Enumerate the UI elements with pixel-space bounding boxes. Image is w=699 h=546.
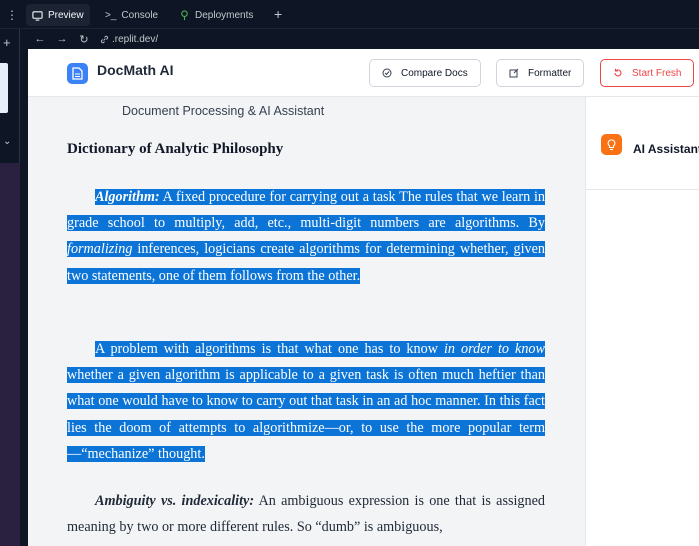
text-run: whether a given algorithm is applicable …	[67, 367, 545, 462]
emphasis: formalizing	[67, 241, 133, 258]
lightbulb-icon	[601, 134, 622, 155]
selected-text: Algorithm: A fixed procedure for carryin…	[67, 189, 545, 284]
compare-docs-button[interactable]: Compare Docs	[369, 59, 481, 87]
tab-label: Deployments	[195, 9, 254, 21]
app-preview: DocMath AI Compare Docs Formatter Start …	[28, 49, 699, 546]
ai-assistant-panel: AI Assistant	[586, 97, 699, 546]
panel-thumbnail[interactable]	[0, 63, 8, 113]
workspace-tab-strip: ⋮ Preview >_ Console Deployments +	[0, 0, 699, 29]
term-heading: Algorithm:	[95, 189, 160, 205]
tab-console[interactable]: >_ Console	[99, 4, 164, 26]
link-icon	[100, 35, 109, 43]
selected-text: A problem with algorithms is that what o…	[67, 341, 545, 462]
add-tab-icon[interactable]: +	[274, 6, 282, 22]
refresh-icon	[614, 68, 622, 77]
paragraph-algorithm[interactable]: Algorithm: A fixed procedure for carryin…	[67, 184, 545, 289]
add-icon[interactable]: +	[3, 35, 11, 50]
paragraph-ambiguity[interactable]: Ambiguity vs. indexicality: An ambiguous…	[67, 488, 545, 540]
button-label: Start Fresh	[632, 67, 682, 79]
back-arrow-icon[interactable]: ←	[34, 33, 46, 45]
terminal-icon: >_	[105, 9, 117, 21]
monitor-icon	[32, 10, 43, 21]
app-header: DocMath AI Compare Docs Formatter Start …	[28, 49, 699, 97]
ai-assistant-title: AI Assistant	[633, 142, 699, 156]
tab-deployments[interactable]: Deployments	[173, 4, 259, 26]
reload-icon[interactable]: ↻	[78, 33, 90, 46]
app-subtitle: Document Processing & AI Assistant	[122, 104, 325, 118]
term-heading: Ambiguity vs. indexicality:	[95, 493, 255, 509]
start-fresh-button[interactable]: Start Fresh	[600, 59, 695, 87]
ai-assistant-header: AI Assistant	[586, 97, 699, 190]
forward-arrow-icon[interactable]: →	[56, 33, 68, 45]
tab-label: Preview	[48, 9, 84, 21]
app-title: DocMath AI	[97, 62, 174, 78]
formatter-button[interactable]: Formatter	[496, 59, 585, 87]
deploy-icon	[181, 9, 188, 20]
text-run: inferences, logicians create algorithms …	[67, 241, 545, 284]
document-logo-icon	[67, 63, 88, 84]
address-bar: ← → ↻ .replit.dev/	[20, 29, 699, 49]
more-options-icon[interactable]: ⋮	[6, 8, 18, 22]
chevron-down-icon[interactable]: ⌄	[3, 136, 11, 147]
button-label: Formatter	[528, 67, 572, 79]
url-text: .replit.dev/	[112, 33, 159, 45]
document-title: Dictionary of Analytic Philosophy	[67, 141, 284, 157]
compare-icon	[382, 68, 392, 78]
emphasis: in order to know	[443, 341, 545, 357]
paragraph-algorithm-problem[interactable]: A problem with algorithms is that what o…	[67, 336, 545, 467]
tab-preview[interactable]: Preview	[26, 4, 90, 26]
document-viewer: Document Processing & AI Assistant Dicti…	[28, 97, 585, 546]
button-label: Compare Docs	[401, 67, 468, 79]
edit-icon	[509, 68, 519, 78]
workspace-side-panel: + ⌄	[0, 29, 20, 546]
panel-body	[0, 163, 20, 546]
url-field[interactable]: .replit.dev/	[100, 34, 158, 45]
text-run: A problem with algorithms is that what o…	[95, 341, 444, 357]
tab-label: Console	[121, 9, 159, 21]
